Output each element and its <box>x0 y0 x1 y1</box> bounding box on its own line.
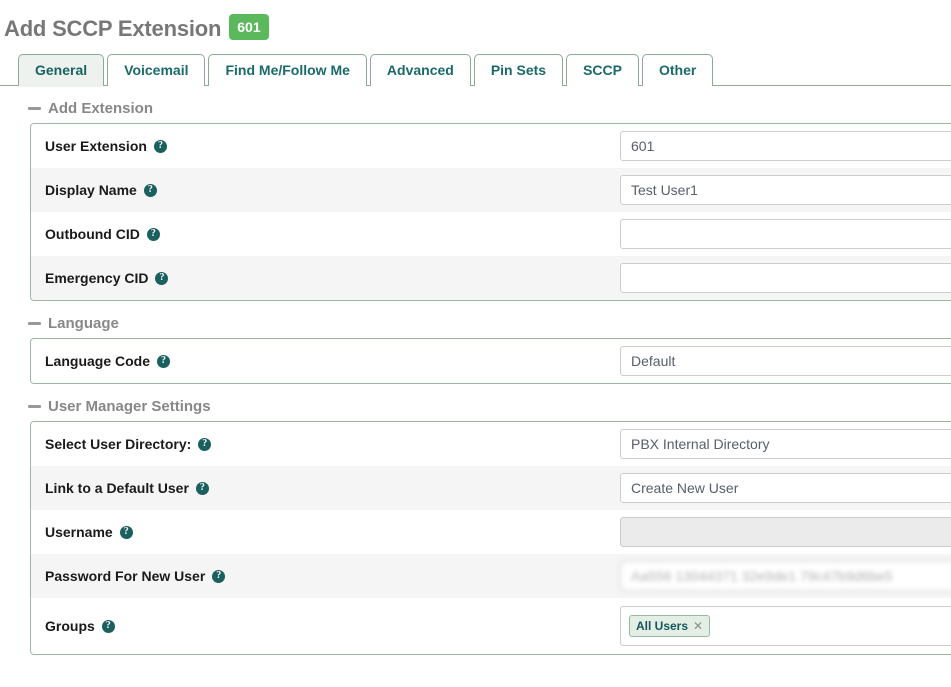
select-user-directory-select[interactable]: PBX Internal Directory <box>620 429 951 459</box>
link-to-default-user-select[interactable]: Create New User <box>620 473 951 503</box>
groups-tag-input[interactable]: All Users ✕ <box>620 606 951 646</box>
help-icon[interactable]: ? <box>198 437 212 451</box>
label-text: Select User Directory: <box>45 436 192 452</box>
help-icon[interactable]: ? <box>143 183 157 197</box>
form-row-groups: Groups ? All Users ✕ <box>31 598 951 654</box>
label-text: Language Code <box>45 353 151 369</box>
password-for-new-user-input[interactable]: Aa556 13044371 32e9de1 79c47b9d6be5 <box>620 561 951 591</box>
panel-language: Language Code ? Default <box>30 338 951 384</box>
row-field <box>620 517 951 547</box>
row-label: Display Name ? <box>45 182 620 198</box>
page-title: Add SCCP Extension <box>4 16 222 41</box>
row-label: Outbound CID ? <box>45 226 620 242</box>
remove-tag-icon[interactable]: ✕ <box>693 618 703 635</box>
group-tag-label: All Users <box>636 618 689 633</box>
form-row-outbound-cid: Outbound CID ? <box>31 212 951 256</box>
help-icon[interactable]: ? <box>212 569 226 583</box>
row-label: User Extension ? <box>45 138 620 154</box>
tab-general[interactable]: General <box>18 54 105 87</box>
collapse-dash-icon <box>28 405 41 408</box>
user-extension-input[interactable]: 601 <box>620 131 951 161</box>
username-input <box>620 517 951 547</box>
row-field: PBX Internal Directory <box>620 429 951 459</box>
page-header: Add SCCP Extension 601 <box>0 0 951 44</box>
form-row-display-name: Display Name ? Test User1 <box>31 168 951 212</box>
section-title: Add Extension <box>48 100 154 117</box>
tab-pin-sets[interactable]: Pin Sets <box>473 54 564 86</box>
help-icon[interactable]: ? <box>119 525 133 539</box>
collapse-dash-icon <box>28 322 41 325</box>
panel-user-manager-settings: Select User Directory: ? PBX Internal Di… <box>30 421 951 655</box>
form-row-username: Username ? <box>31 510 951 554</box>
row-label: Language Code ? <box>45 353 620 369</box>
extension-number-badge: 601 <box>229 14 269 40</box>
row-label: Emergency CID ? <box>45 270 620 286</box>
row-label: Password For New User ? <box>45 568 620 584</box>
tab-bar: General Voicemail Find Me/Follow Me Adva… <box>0 50 951 87</box>
row-field: 601 <box>620 131 951 161</box>
label-text: Display Name <box>45 182 137 198</box>
section-header-user-manager-settings[interactable]: User Manager Settings <box>28 398 951 415</box>
form-row-link-to-default-user: Link to a Default User ? Create New User <box>31 466 951 510</box>
row-field: Create New User <box>620 473 951 503</box>
row-label: Link to a Default User ? <box>45 480 620 496</box>
panel-add-extension: User Extension ? 601 Display Name ? Test… <box>30 123 951 301</box>
row-field: All Users ✕ <box>620 606 951 646</box>
row-label: Select User Directory: ? <box>45 436 620 452</box>
section-header-add-extension[interactable]: Add Extension <box>28 100 951 117</box>
help-icon[interactable]: ? <box>101 619 115 633</box>
form-row-password-for-new-user: Password For New User ? Aa556 13044371 3… <box>31 554 951 598</box>
label-text: Link to a Default User <box>45 480 189 496</box>
extension-settings-page: Add SCCP Extension 601 General Voicemail… <box>0 0 951 687</box>
label-text: Username <box>45 524 113 540</box>
outbound-cid-input[interactable] <box>620 219 951 249</box>
group-tag: All Users ✕ <box>629 614 711 638</box>
display-name-input[interactable]: Test User1 <box>620 175 951 205</box>
section-header-language[interactable]: Language <box>28 315 951 332</box>
label-text: Outbound CID <box>45 226 140 242</box>
section-title: User Manager Settings <box>48 398 211 415</box>
label-text: Emergency CID <box>45 270 149 286</box>
help-icon[interactable]: ? <box>155 271 169 285</box>
label-text: Password For New User <box>45 568 206 584</box>
row-label: Groups ? <box>45 618 620 634</box>
form-row-user-extension: User Extension ? 601 <box>31 124 951 168</box>
language-code-select[interactable]: Default <box>620 346 951 376</box>
form-row-select-user-directory: Select User Directory: ? PBX Internal Di… <box>31 422 951 466</box>
row-field: Default <box>620 346 951 376</box>
collapse-dash-icon <box>28 107 41 110</box>
row-field <box>620 263 951 293</box>
row-field: Test User1 <box>620 175 951 205</box>
help-icon[interactable]: ? <box>157 354 171 368</box>
section-title: Language <box>48 315 119 332</box>
form-row-language-code: Language Code ? Default <box>31 339 951 383</box>
emergency-cid-input[interactable] <box>620 263 951 293</box>
row-label: Username ? <box>45 524 620 540</box>
tab-find-me-follow-me[interactable]: Find Me/Follow Me <box>208 54 367 86</box>
tab-sccp[interactable]: SCCP <box>566 54 639 86</box>
tab-other[interactable]: Other <box>641 54 714 86</box>
label-text: User Extension <box>45 138 147 154</box>
form-row-emergency-cid: Emergency CID ? <box>31 256 951 300</box>
help-icon[interactable]: ? <box>146 227 160 241</box>
tab-advanced[interactable]: Advanced <box>369 54 471 86</box>
help-icon[interactable]: ? <box>195 481 209 495</box>
tab-voicemail[interactable]: Voicemail <box>107 54 206 86</box>
row-field: Aa556 13044371 32e9de1 79c47b9d6be5 <box>620 561 951 591</box>
label-text: Groups <box>45 618 95 634</box>
help-icon[interactable]: ? <box>153 139 167 153</box>
row-field <box>620 219 951 249</box>
